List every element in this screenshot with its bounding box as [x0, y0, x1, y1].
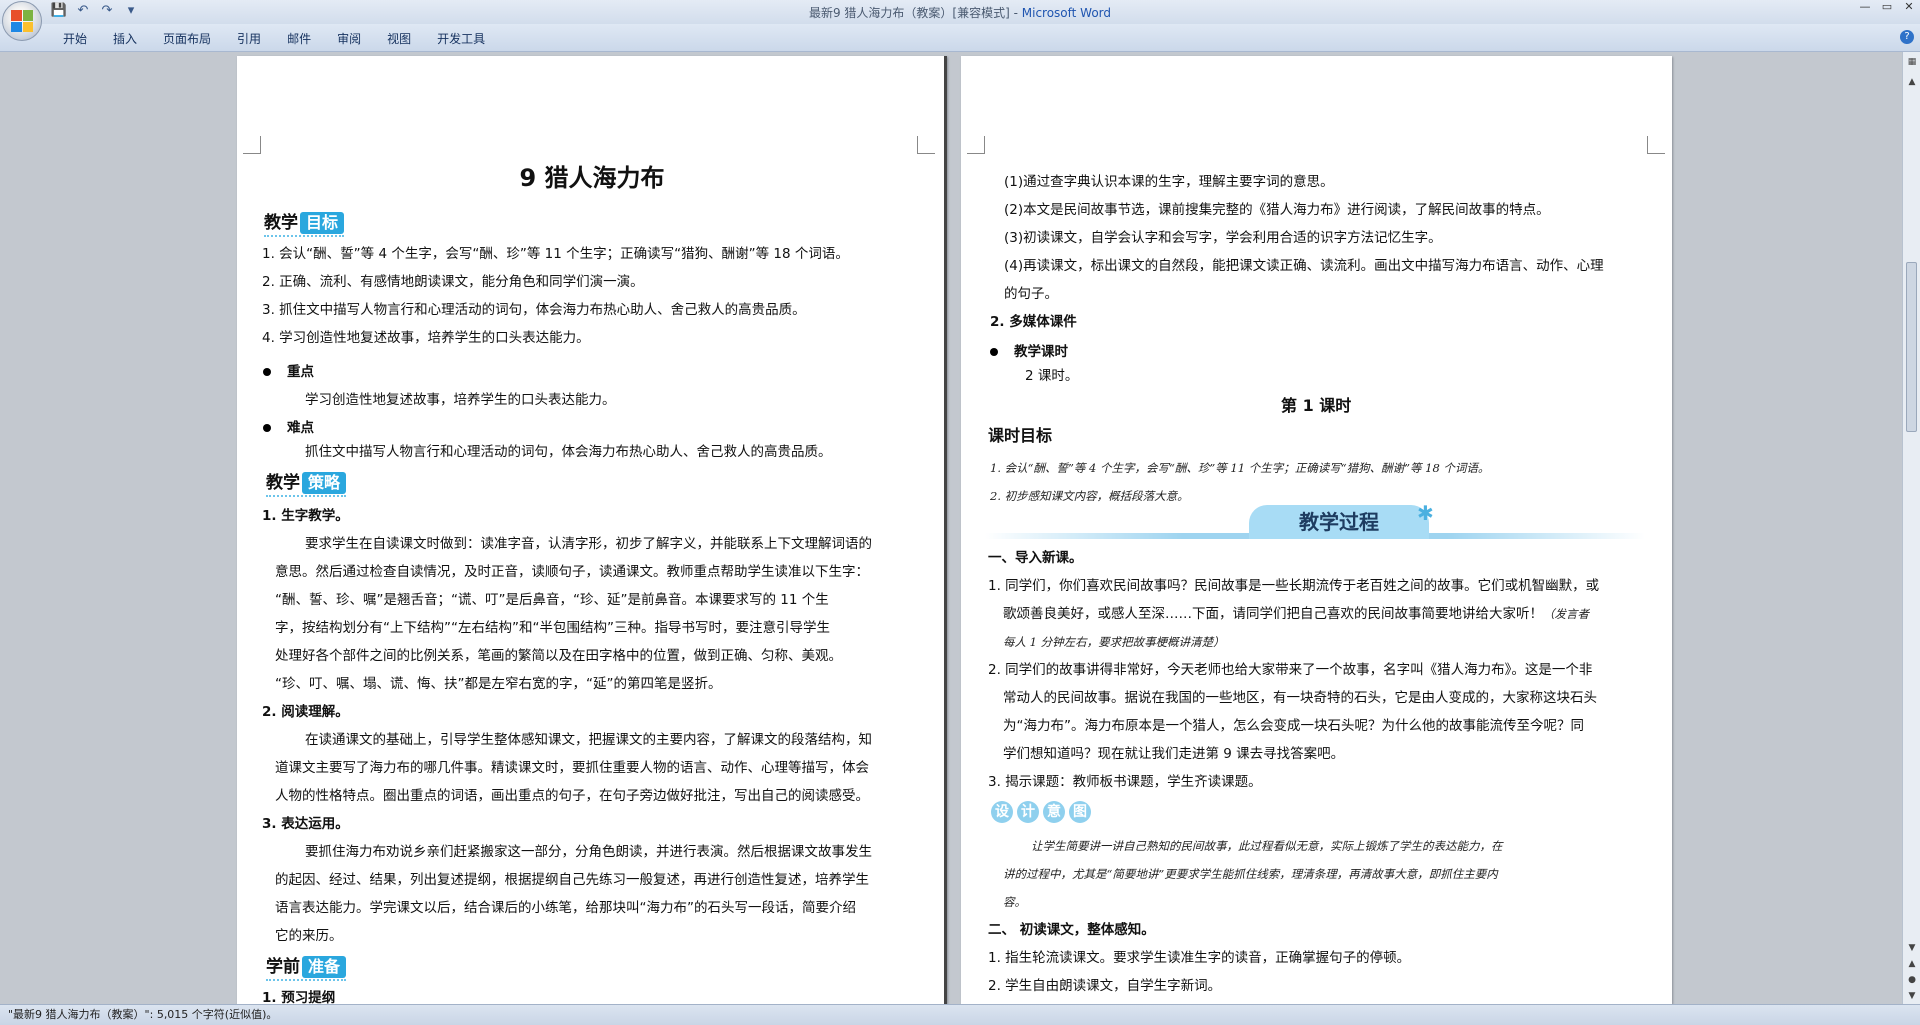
tab-mailings[interactable]: 邮件: [274, 30, 324, 48]
design-intent-badge: 设 计 意 图: [991, 801, 1091, 823]
paragraph-line: 要抓住海力布劝说乡亲们赶紧搬家这一部分，分角色朗读，并进行表演。然后根据课文故事…: [305, 844, 872, 860]
ruler-toggle-icon[interactable]: ▦: [1906, 56, 1918, 68]
design-line: 容。: [1003, 895, 1026, 909]
bullet-icon: [263, 368, 271, 376]
next-page-icon[interactable]: ▼: [1906, 990, 1918, 1002]
document-canvas: 9 猎人海力布 教学 目标 1. 会认“酬、誓”等 4 个生字，会写“酬、珍”等 …: [0, 52, 1902, 1004]
status-bar: "最新9 猎人海力布（教案）": 5,015 个字符(近似值)。: [0, 1004, 1920, 1025]
objective-item: 1. 会认“酬、誓”等 4 个生字，会写“酬、珍”等 11 个生字；正确读写“猎…: [262, 246, 849, 262]
prep-item: (3)初读课文，自学会认字和会写字，学会利用合适的识字方法记忆生字。: [1004, 230, 1442, 246]
tab-insert[interactable]: 插入: [100, 30, 150, 48]
objective-item: 3. 抓住文中描写人物言行和心理活动的词句，体会海力布热心助人、舍己救人的高贵品…: [262, 302, 806, 318]
strategy-heading: 2. 阅读理解。: [262, 704, 349, 720]
paragraph-line: 道课文主要写了海力布的哪几件事。精读课文时，要抓住重要人物的语言、动作、心理等描…: [275, 760, 869, 776]
tab-review[interactable]: 审阅: [324, 30, 374, 48]
paragraph-line: 学们想知道吗？现在就让我们走进第 9 课去寻找答案吧。: [1003, 746, 1345, 762]
paragraph-line: 常动人的民间故事。据说在我国的一些地区，有一块奇特的石头，它是由人变成的，大家称…: [1003, 690, 1597, 706]
window-controls: — ▭ ✕: [1858, 0, 1916, 14]
paragraph-line: 字，按结构划分有“上下结构”“左右结构”和“半包围结构”三种。指导书写时，要注意…: [275, 620, 830, 636]
part-heading: 一、导入新课。: [988, 550, 1083, 566]
scrollbar-thumb[interactable]: [1906, 262, 1917, 432]
paragraph-line: 为“海力布”。海力布原本是一个猎人，怎么会变成一块石头呢？为什么他的故事能流传至…: [1003, 718, 1584, 734]
paragraph-line: 处理好各个部件之间的比例关系，笔画的繁简以及在田字格中的位置，做到正确、匀称、美…: [275, 648, 842, 664]
design-line: 讲的过程中，尤其是“简要地讲”更要求学生能抓住线索，理清条理，再清故事大意，即抓…: [1003, 867, 1498, 881]
paragraph-line: 每人 1 分钟左右，要求把故事梗概讲清楚）: [1003, 635, 1225, 649]
key-point-label: 重点: [263, 358, 314, 386]
minimize-icon[interactable]: —: [1858, 0, 1872, 14]
paragraph-line: 的起因、经过、结果，列出复述提纲，根据提纲自己先练习一般复述，再进行创造性复述，…: [275, 872, 869, 888]
design-char: 设: [991, 801, 1013, 823]
tab-references[interactable]: 引用: [224, 30, 274, 48]
strategy-heading: 1. 生字教学。: [262, 508, 349, 524]
crop-mark: [243, 136, 261, 154]
lesson-goal-heading: 课时目标: [988, 426, 1053, 445]
help-icon[interactable]: ?: [1900, 30, 1914, 44]
paragraph-line: 3. 揭示课题：教师板书课题，学生齐读课题。: [988, 774, 1262, 790]
prep-item: 的句子。: [1004, 286, 1058, 302]
office-button[interactable]: [2, 1, 42, 41]
paragraph-line: 意思。然后通过检查自读情况，及时正音，读顺句子，读通课文。教师重点帮助学生读准以…: [275, 564, 869, 580]
paragraph-line: 人物的性格特点。圈出重点的词语，画出重点的句子，在句子旁边做好批注，写出自己的阅…: [275, 788, 869, 804]
ribbon-tabs: 开始 插入 页面布局 引用 邮件 审阅 视图 开发工具: [50, 30, 498, 48]
select-browse-object-icon[interactable]: ●: [1906, 974, 1918, 986]
bullet-icon: [263, 424, 271, 432]
vertical-scrollbar[interactable]: ▦ ▲ ▼ ▲ ● ▼: [1902, 52, 1920, 1004]
crop-mark: [917, 136, 935, 154]
paragraph-line: “珍、叮、嘱、塌、谎、悔、扶”都是左窄右宽的字，“延”的第四笔是竖折。: [275, 676, 722, 692]
paragraph-line: 在读通课文的基础上，引导学生整体感知课文，把握课文的主要内容，了解课文的段落结构…: [305, 732, 872, 748]
tab-home[interactable]: 开始: [50, 30, 100, 48]
paragraph-line: 2. 学生自由朗读课文，自学生字新词。: [988, 978, 1222, 994]
document-title: 9 猎人海力布: [519, 164, 665, 192]
design-line: 让学生简要讲一讲自己熟知的民间故事，此过程看似无意，实际上锻炼了学生的表达能力，…: [1031, 839, 1503, 853]
crop-mark: [967, 136, 985, 154]
part-heading: 二、 初读课文，整体感知。: [988, 922, 1155, 938]
prep-heading: 1. 预习提纲: [262, 990, 336, 1004]
banner-label: 教学过程: [1249, 505, 1429, 539]
prev-page-icon[interactable]: ▲: [1906, 958, 1918, 970]
difficulty-text: 抓住文中描写人物言行和心理活动的词句，体会海力布热心助人、舍己救人的高贵品质。: [305, 444, 832, 460]
restore-icon[interactable]: ▭: [1880, 0, 1894, 14]
sparkle-icon: ✱: [1417, 501, 1434, 525]
crop-mark: [1647, 136, 1665, 154]
tab-developer[interactable]: 开发工具: [424, 30, 498, 48]
design-char: 计: [1017, 801, 1039, 823]
objective-item: 2. 正确、流利、有感情地朗读课文，能分角色和同学们演一演。: [262, 274, 644, 290]
tab-page-layout[interactable]: 页面布局: [150, 30, 224, 48]
office-logo-icon: [11, 10, 33, 32]
scroll-up-icon[interactable]: ▲: [1906, 76, 1918, 88]
objective-item: 4. 学习创造性地复述故事，培养学生的口头表达能力。: [262, 330, 590, 346]
prep-item: (4)再读课文，标出课文的自然段，能把课文读正确、读流利。画出文中描写海力布语言…: [1004, 258, 1604, 274]
page-left[interactable]: 9 猎人海力布 教学 目标 1. 会认“酬、誓”等 4 个生字，会写“酬、珍”等 …: [237, 56, 947, 1004]
prep-item: (2)本文是民间故事节选，课前搜集完整的《猎人海力布》进行阅读，了解民间故事的特…: [1004, 202, 1550, 218]
ribbon: 开始 插入 页面布局 引用 邮件 审阅 视图 开发工具 ?: [0, 24, 1920, 52]
teaching-process-banner: 教学过程 ✱: [985, 501, 1645, 541]
paragraph-line: 它的来历。: [275, 928, 343, 944]
paragraph-line: 1. 同学们，你们喜欢民间故事吗？民间故事是一些长期流传于老百姓之间的故事。它们…: [988, 578, 1600, 594]
paragraph-line: 2. 同学们的故事讲得非常好，今天老师也给大家带来了一个故事，名字叫《猎人海力布…: [988, 662, 1593, 678]
lesson-goal-item: 1. 会认“酬、誓”等 4 个生字，会写“酬、珍”等 11 个生字；正确读写“猎…: [990, 461, 1490, 475]
section-preparation: 学前 准备: [266, 952, 347, 981]
key-point-text: 学习创造性地复述故事，培养学生的口头表达能力。: [305, 392, 616, 408]
prep-item: (1)通过查字典认识本课的生字，理解主要字词的意思。: [1004, 174, 1334, 190]
hours-text: 2 课时。: [1025, 368, 1079, 384]
paragraph-line: 语言表达能力。学完课文以后，结合课后的小练笔，给那块叫“海力布”的石头写一段话，…: [275, 900, 856, 916]
media-heading: 2. 多媒体课件: [990, 314, 1077, 330]
close-icon[interactable]: ✕: [1902, 0, 1916, 14]
paragraph-line: “酬、誓、珍、嘱”是翘舌音；“谎、叮”是后鼻音，“珍、延”是前鼻音。本课要求写的…: [275, 592, 829, 608]
section-objectives: 教学 目标: [264, 208, 345, 237]
paragraph-line: 1. 指生轮流读课文。要求学生读准生字的读音，正确掌握句子的停顿。: [988, 950, 1411, 966]
paragraph-line: 要求学生在自读课文时做到：读准字音，认清字形，初步了解字义，并能联系上下文理解词…: [305, 536, 872, 552]
bullet-icon: [990, 348, 998, 356]
paragraph-line: 歌颂善良美好，或感人至深……下面，请同学们把自己喜欢的民间故事简要地讲给大家听！…: [1003, 606, 1589, 622]
design-char: 意: [1043, 801, 1065, 823]
page-right[interactable]: (1)通过查字典认识本课的生字，理解主要字词的意思。 (2)本文是民间故事节选，…: [961, 56, 1672, 1004]
section-strategy: 教学 策略: [266, 468, 347, 497]
scroll-down-icon[interactable]: ▼: [1906, 942, 1918, 954]
title-bar: 💾 ↶ ↷ ▾ 最新9 猎人海力布（教案）[兼容模式] - Microsoft …: [0, 0, 1920, 24]
window-title: 最新9 猎人海力布（教案）[兼容模式] - Microsoft Word: [808, 6, 1112, 20]
strategy-heading: 3. 表达运用。: [262, 816, 349, 832]
tab-view[interactable]: 视图: [374, 30, 424, 48]
lesson-title: 第 1 课时: [1281, 396, 1352, 415]
design-char: 图: [1069, 801, 1091, 823]
